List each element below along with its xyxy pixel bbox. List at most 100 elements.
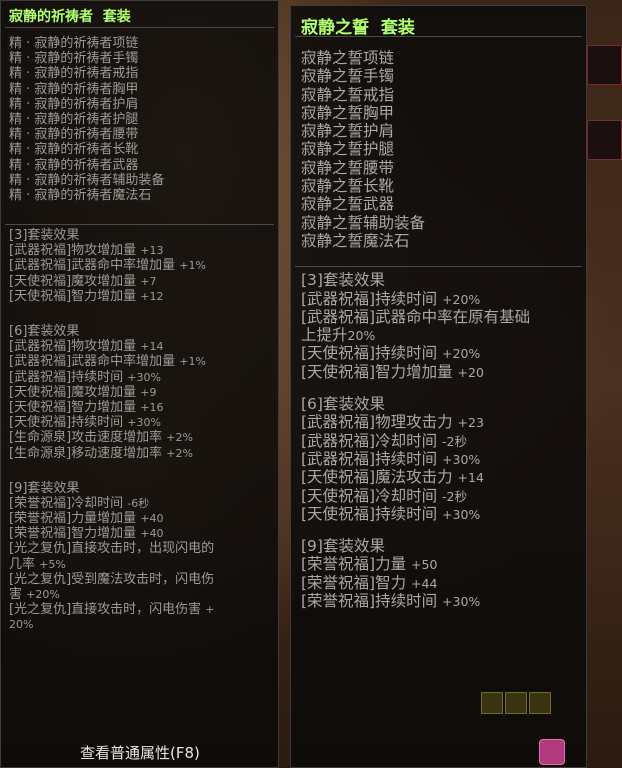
effect-value: +2%	[166, 446, 193, 460]
effect-label: [荣誉祝福]力量增加量	[9, 511, 141, 527]
effect-value: +13	[140, 244, 164, 258]
set-title: 寂静之誓 套装	[301, 18, 415, 38]
set-item: 精 · 寂静的祈祷者护腿	[9, 111, 139, 127]
set-effect-line: [生命源泉]移动速度增加率 +2%	[1, 447, 278, 462]
effect-value: -6秒	[127, 496, 150, 510]
effect-value: -2秒	[442, 433, 467, 449]
effect-value: 20%	[9, 618, 34, 632]
effect-label: [武器祝福]冷却时间	[301, 431, 443, 450]
effect-label: [天使祝福]持续时间	[9, 415, 128, 431]
effect-value: +20%	[442, 291, 481, 307]
set-item: 精 · 寂静的祈祷者长靴	[9, 142, 139, 158]
effect-value: +40	[140, 512, 164, 526]
effect-value: +50	[411, 557, 438, 573]
set-item-list: 寂静之誓项链 寂静之誓手镯 寂静之誓戒指 寂静之誓胸甲 寂静之誓护肩 寂静之誓护腿 寂静之誓…	[291, 50, 586, 252]
buff-icon	[529, 692, 551, 714]
effect-label: [天使祝福]魔攻增加量	[9, 384, 141, 400]
effect-label: [天使祝福]持续时间	[301, 344, 443, 363]
set-effect-6: [6]套装效果 [武器祝福]物攻增加量 +14 [武器祝福]武器命中率增加量 +1%…	[1, 325, 278, 462]
effect-value: +40	[140, 527, 164, 541]
effect-value: +2%	[166, 431, 193, 445]
effect-value: +16	[140, 400, 164, 414]
set-effect-9: [9]套装效果 [荣誉祝福]冷却时间 -6秒 [荣誉祝福]力量增加量 +40 [荣誉祝…	[1, 482, 278, 634]
effect-value: +20	[457, 364, 484, 380]
effect-label: [光之复仇]直接攻击时，闪电伤害	[9, 602, 206, 618]
set-effect-3: [3]套装效果 [武器祝福]持续时间 +20% [武器祝福]武器命中率在原有基础 上提…	[291, 272, 586, 383]
effect-value: +20%	[442, 346, 481, 362]
effect-label: [武器祝福]物攻增加量	[9, 243, 141, 259]
effect-label: [武器祝福]武器命中率增加量	[9, 258, 180, 274]
effect-value: +23	[457, 415, 484, 431]
effect-label: [天使祝福]魔攻增加量	[9, 273, 141, 289]
set-effect-line: [光之复仇]直接攻击时，闪电伤害 +	[1, 603, 278, 618]
set-effect-title: [3]套装效果	[9, 228, 80, 244]
set-effect-line: [光之复仇]受到魔法攻击时，闪电伤	[1, 573, 278, 588]
set-effect-line: [荣誉祝福]持续时间 +30%	[291, 593, 586, 612]
set-effect-line: 几率 +5%	[1, 558, 278, 573]
set-effect-line: [天使祝福]持续时间 +30%	[291, 506, 586, 525]
set-effect-line: 害 +20%	[1, 588, 278, 603]
effect-value: +30%	[442, 594, 481, 610]
set-title: 寂静的祈祷者 套装	[9, 9, 131, 25]
view-normal-stats-button[interactable]: 查看普通属性(F8)	[80, 742, 200, 763]
effect-value: +30%	[127, 370, 161, 384]
effect-value: +44	[411, 575, 438, 591]
effect-value: +14	[140, 340, 164, 354]
effect-label: [生命源泉]移动速度增加率	[9, 445, 167, 461]
set-item: 寂静之誓武器	[301, 195, 395, 214]
set-effect-line: [光之复仇]直接攻击时，出现闪电的	[1, 542, 278, 557]
effect-label: 上提升	[301, 326, 348, 345]
set-effect-line: [荣誉祝福]冷却时间 -6秒	[1, 497, 278, 512]
set-effect-line: [武器祝福]武器命中率增加量 +1%	[1, 355, 278, 370]
effect-value: +7	[140, 274, 157, 288]
set-effect-line: [天使祝福]魔攻增加量 +7	[1, 275, 278, 290]
effect-label: 害	[9, 587, 27, 602]
effect-label: [武器祝福]物理攻击力	[301, 413, 458, 432]
set-effect-line: [生命源泉]攻击速度增加率 +2%	[1, 431, 278, 446]
effect-label: [天使祝福]智力增加量	[9, 288, 141, 304]
set-effect-line: [武器祝福]武器命中率增加量 +1%	[1, 259, 278, 274]
effect-label: [天使祝福]智力增加量	[9, 399, 141, 415]
set-effect-line: 20%	[1, 618, 278, 633]
right-set-tooltip: 寂静之誓 套装 寂静之誓项链 寂静之誓手镯 寂静之誓戒指 寂静之誓胸甲 寂静之誓护肩 寂静…	[290, 5, 587, 768]
left-set-tooltip: 寂静的祈祷者 套装 精 · 寂静的祈祷者项链精 · 寂静的祈祷者手镯精 · 寂静…	[0, 0, 279, 768]
effect-value: -2秒	[442, 488, 467, 504]
set-item: 精 · 寂静的祈祷者魔法石	[9, 187, 152, 203]
set-item: 寂静之誓魔法石	[301, 231, 410, 250]
effect-label: [荣誉祝福]力量	[301, 555, 412, 574]
effect-value: +30%	[127, 416, 161, 430]
set-effect-line: [天使祝福]魔攻增加量 +9	[1, 386, 278, 401]
effect-value: 20%	[347, 328, 376, 344]
effect-value: +	[205, 603, 215, 617]
effect-value: +9	[140, 385, 157, 399]
set-effect-line: [天使祝福]智力增加量 +12	[1, 290, 278, 305]
effect-value: +1%	[179, 355, 206, 369]
effect-value: +5%	[39, 557, 66, 571]
buff-icon	[505, 692, 527, 714]
effect-label: [光之复仇]直接攻击时，出现闪电的	[9, 541, 215, 557]
buff-icon	[481, 692, 503, 714]
effect-value: +14	[457, 470, 484, 486]
effect-value: +1%	[179, 259, 206, 273]
set-item: 精 · 寂静的祈祷者胸甲	[9, 81, 139, 97]
set-item: 寂静之誓手镯	[301, 67, 395, 86]
set-effect-6: [6]套装效果 [武器祝福]物理攻击力 +23 [武器祝福]冷却时间 -2秒 [武器祝…	[291, 396, 586, 525]
set-item: 精 · 寂静的祈祷者武器	[9, 157, 139, 173]
effect-label: [武器祝福]持续时间	[9, 369, 128, 385]
effect-label: 几率	[9, 556, 40, 572]
effect-label: [武器祝福]持续时间	[301, 289, 443, 308]
effect-label: [生命源泉]攻击速度增加率	[9, 430, 167, 446]
equipment-slot[interactable]	[587, 45, 622, 85]
effect-value: +30%	[442, 451, 481, 467]
set-effect-title: [9]套装效果	[9, 480, 80, 496]
set-effect-9: [9]套装效果 [荣誉祝福]力量 +50 [荣誉祝福]智力 +44 [荣誉祝福]持续时…	[291, 538, 586, 612]
effect-value: +30%	[442, 506, 481, 522]
set-item: 精 · 寂静的祈祷者项链	[9, 36, 139, 51]
set-effect-line: [荣誉祝福]力量增加量 +40	[1, 512, 278, 527]
effect-value: +12	[140, 289, 164, 303]
effect-label: [武器祝福]物攻增加量	[9, 339, 141, 355]
skill-icon	[539, 739, 565, 765]
effect-label: [天使祝福]冷却时间	[301, 486, 443, 505]
effect-label: [天使祝福]智力增加量	[301, 362, 458, 381]
equipment-slot[interactable]	[587, 120, 622, 160]
